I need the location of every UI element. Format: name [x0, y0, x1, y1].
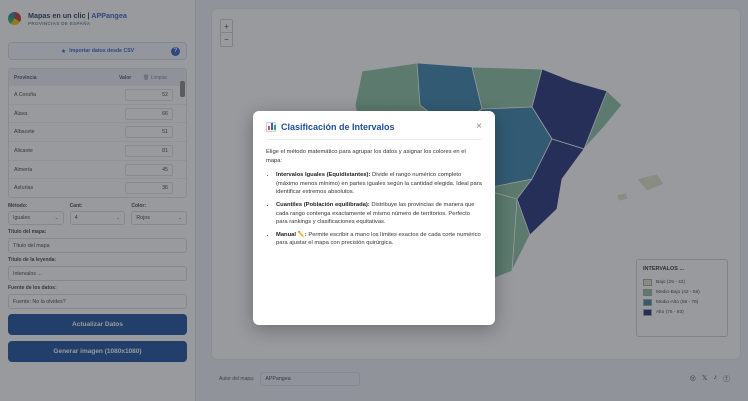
- list-item: Manual ✏️: Permite escribir a mano los l…: [276, 231, 482, 248]
- list-item: Cuantiles (Población equilibrada): Distr…: [276, 201, 482, 227]
- list-item: Intervalos Iguales (Equidistantes): Divi…: [276, 171, 482, 197]
- modal-header: Clasificación de Intervalos ×: [266, 121, 482, 140]
- close-icon[interactable]: ×: [476, 121, 482, 132]
- bar-chart-icon: [266, 121, 276, 132]
- modal-intro: Elige el método matemático para agrupar …: [266, 149, 466, 164]
- modal-title: Clasificación de Intervalos: [281, 121, 395, 132]
- classification-modal: Clasificación de Intervalos × Elige el m…: [253, 111, 495, 325]
- modal-body: Elige el método matemático para agrupar …: [266, 148, 482, 248]
- method-list: Intervalos Iguales (Equidistantes): Divi…: [266, 171, 482, 248]
